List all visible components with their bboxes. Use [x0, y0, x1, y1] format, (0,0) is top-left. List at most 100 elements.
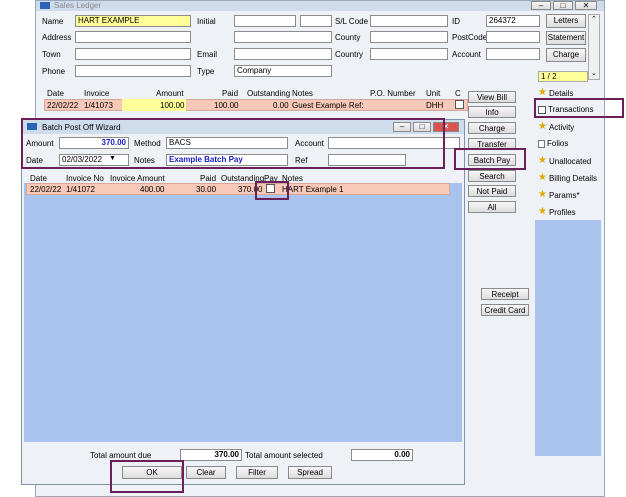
- total-selected-label: Total amount selected: [245, 451, 323, 460]
- star-icon: ★: [538, 87, 547, 98]
- wizard-row-outstanding: 370.00: [238, 185, 263, 194]
- ledger-title: Sales Ledger: [54, 1, 102, 10]
- wizard-row-pay-checkbox[interactable]: [266, 184, 275, 193]
- spread-button[interactable]: Spread: [288, 466, 332, 479]
- email-label: Email: [197, 50, 218, 59]
- wizard-account-field[interactable]: [328, 137, 460, 149]
- charge-button[interactable]: Charge: [468, 122, 516, 134]
- nav-item-label: Folios: [547, 139, 569, 148]
- document-icon: [538, 105, 546, 114]
- ledger-title-bar: [36, 1, 604, 11]
- document-icon: [538, 139, 545, 148]
- id-field[interactable]: 264372: [486, 15, 540, 27]
- wizard-col-invoice-no: Invoice No: [66, 174, 104, 183]
- phone-field[interactable]: [75, 65, 191, 77]
- wizard-col-pay: Pay: [264, 174, 278, 183]
- wizard-notes-label: Notes: [134, 156, 155, 165]
- ledger-window-icon: [40, 2, 50, 9]
- ledger-scrollbar[interactable]: ⌃ ⌄: [588, 14, 600, 80]
- nav-item-details[interactable]: ★ Details: [538, 88, 573, 98]
- ledger-row-unit: DHH: [426, 101, 444, 110]
- initial-field[interactable]: [234, 15, 296, 27]
- sl-code-field[interactable]: [370, 15, 448, 27]
- star-icon: ★: [538, 172, 547, 183]
- scroll-up-icon[interactable]: ⌃: [591, 15, 597, 23]
- not-paid-button[interactable]: Not Paid: [468, 185, 516, 197]
- town-label: Town: [42, 50, 61, 59]
- transfer-button[interactable]: Transfer: [468, 138, 516, 150]
- all-button[interactable]: All: [468, 201, 516, 213]
- search-button[interactable]: Search: [468, 170, 516, 182]
- wizard-col-notes: Notes: [282, 174, 303, 183]
- wizard-date-label: Date: [26, 156, 43, 165]
- wizard-date-field[interactable]: 02/03/2022: [59, 154, 129, 166]
- star-icon: ★: [538, 155, 547, 166]
- name-label: Name: [42, 17, 64, 26]
- county-field[interactable]: [370, 31, 448, 43]
- email-field[interactable]: [234, 48, 332, 60]
- total-selected-field: 0.00: [351, 449, 413, 461]
- type-label: Type: [197, 67, 215, 76]
- town-field[interactable]: [75, 48, 191, 60]
- address-field[interactable]: [75, 31, 191, 43]
- wizard-amount-label: Amount: [26, 139, 54, 148]
- ledger-minimize-button[interactable]: –: [531, 1, 551, 10]
- nav-item-profiles[interactable]: ★ Profiles: [538, 207, 576, 217]
- scroll-down-icon[interactable]: ⌄: [591, 69, 597, 77]
- wizard-notes-field[interactable]: Example Batch Pay: [166, 154, 288, 166]
- initial-label: Initial: [197, 17, 216, 26]
- clear-button[interactable]: Clear: [186, 466, 226, 479]
- country-field[interactable]: [370, 48, 448, 60]
- wizard-maximize-button[interactable]: □: [413, 122, 431, 132]
- wizard-ref-field[interactable]: [328, 154, 406, 166]
- nav-item-billing-details[interactable]: ★ Billing Details: [538, 173, 597, 183]
- nav-item-label: Unallocated: [548, 156, 592, 166]
- nav-item-transactions[interactable]: Transactions: [538, 105, 594, 114]
- info-button[interactable]: Info: [468, 106, 516, 118]
- credit-card-button[interactable]: Credit Card: [481, 304, 529, 316]
- ledger-close-button[interactable]: ✕: [575, 1, 597, 10]
- ok-button[interactable]: OK: [122, 466, 182, 479]
- nav-item-activity[interactable]: ★ Activity: [538, 122, 574, 132]
- account-field[interactable]: [486, 48, 540, 60]
- star-icon: ★: [538, 206, 547, 217]
- ledger-maximize-button[interactable]: □: [553, 1, 573, 10]
- letters-button[interactable]: Letters: [546, 14, 586, 28]
- name-field[interactable]: HART EXAMPLE: [75, 15, 191, 27]
- ledger-col-amount: Amount: [156, 89, 184, 98]
- id-label: ID: [452, 17, 460, 26]
- ledger-col-date: Date: [47, 89, 64, 98]
- wizard-row-invoice-no: 1/41072: [66, 185, 95, 194]
- wizard-amount-field[interactable]: 370.00: [59, 137, 129, 149]
- wizard-minimize-button[interactable]: –: [393, 122, 411, 132]
- ledger-col-notes: Notes: [292, 89, 313, 98]
- ledger-col-c: C: [455, 89, 461, 98]
- sl-code-label: S/L Code: [335, 17, 369, 26]
- wizard-row-paid: 30.00: [196, 185, 217, 194]
- receipt-button[interactable]: Receipt: [481, 288, 529, 300]
- initial-field-2[interactable]: [300, 15, 332, 27]
- view-bill-button[interactable]: View Bill: [468, 91, 516, 103]
- wizard-table-area: [24, 172, 462, 442]
- ledger-col-po-number: P.O. Number: [370, 89, 416, 98]
- nav-item-params[interactable]: ★ Params*: [538, 190, 580, 200]
- address-field-2[interactable]: [234, 31, 332, 43]
- nav-item-unallocated[interactable]: ★ Unallocated: [538, 156, 591, 166]
- ledger-row-checkbox[interactable]: [455, 100, 464, 109]
- phone-label: Phone: [42, 67, 66, 76]
- batch-pay-button[interactable]: Batch Pay: [468, 154, 516, 166]
- type-field[interactable]: Company: [234, 65, 332, 77]
- statement-button[interactable]: Statement: [546, 31, 586, 45]
- wizard-row-notes: HART Example 1: [282, 185, 344, 194]
- charge-top-button[interactable]: Charge: [546, 48, 586, 62]
- nav-item-label: Billing Details: [548, 173, 597, 183]
- wizard-col-invoice-amount: Invoice Amount: [110, 174, 165, 183]
- postcode-field[interactable]: [486, 31, 540, 43]
- nav-item-label: Details: [548, 88, 574, 98]
- account-label: Account: [452, 50, 481, 59]
- wizard-method-field[interactable]: BACS: [166, 137, 288, 149]
- nav-item-folios[interactable]: Folios: [538, 139, 568, 148]
- filter-button[interactable]: Filter: [236, 466, 278, 479]
- wizard-close-button[interactable]: ✕: [433, 122, 459, 132]
- calendar-dropdown-icon[interactable]: ▼: [109, 155, 116, 162]
